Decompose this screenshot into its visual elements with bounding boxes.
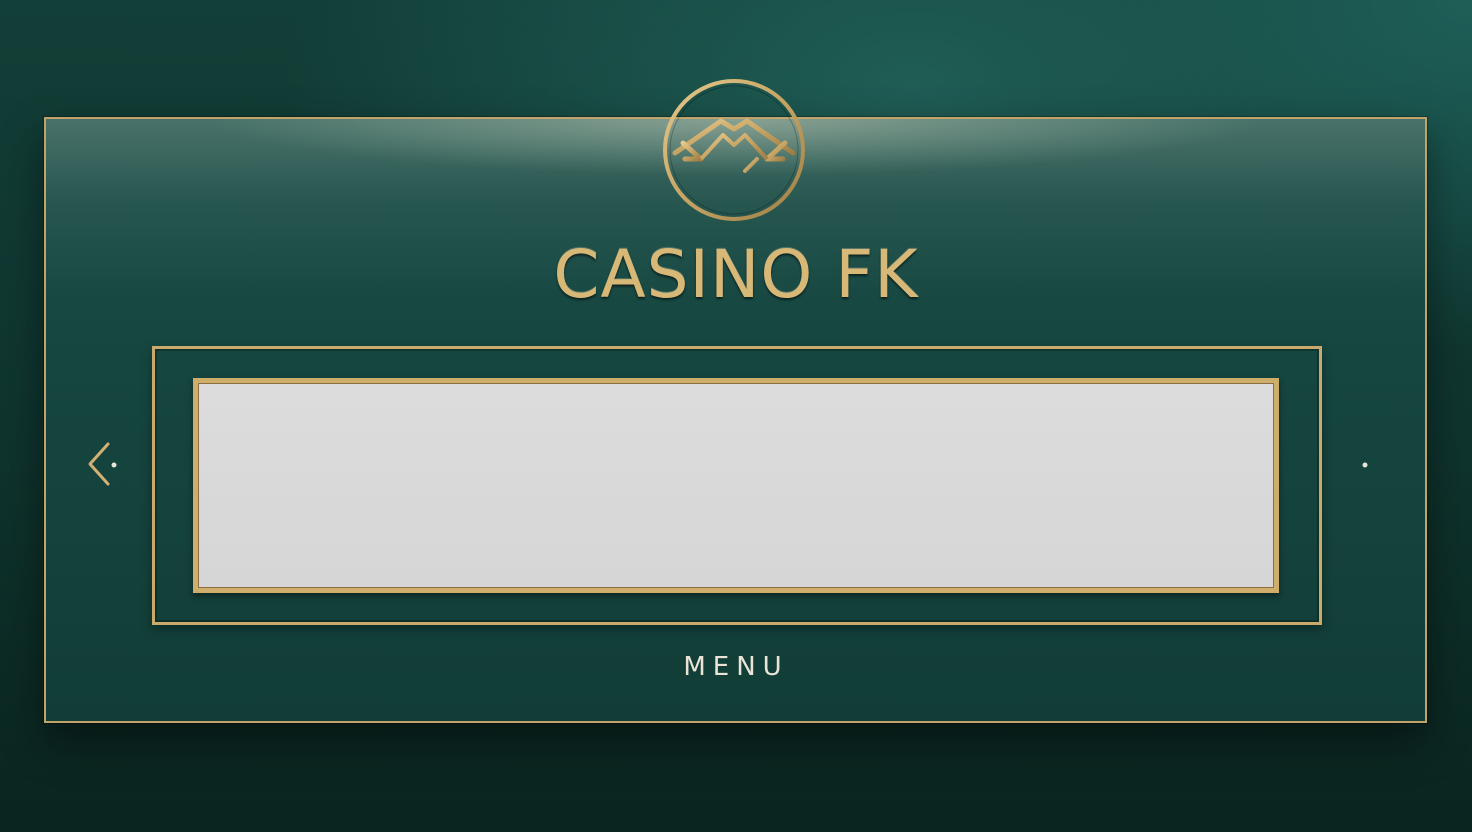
chevron-left-icon[interactable] [84, 440, 124, 488]
carousel-slot[interactable] [193, 378, 1279, 593]
casino-title: CASINO FK [553, 236, 919, 313]
menu-button[interactable]: MENU [0, 652, 1472, 682]
dot-indicator-icon[interactable] [1356, 456, 1374, 474]
diamond-emblem-icon [663, 79, 805, 221]
casino-screen: CASINO FK MENU [0, 0, 1472, 832]
